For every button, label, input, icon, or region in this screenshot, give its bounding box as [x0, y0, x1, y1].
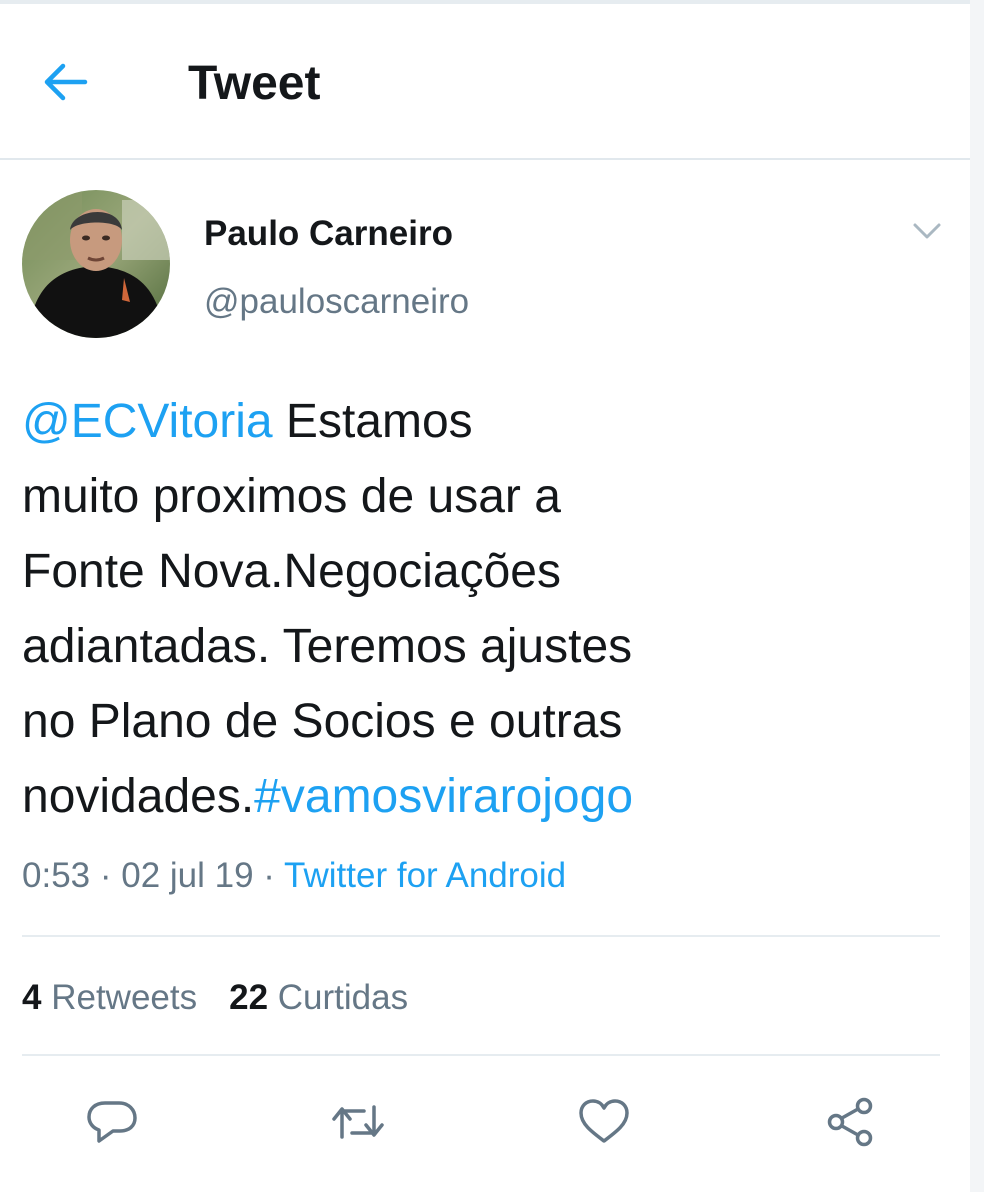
- tweet-stats: 4 Retweets 22 Curtidas: [22, 976, 408, 1020]
- heart-icon: [579, 1099, 629, 1143]
- likes-label: Curtidas: [277, 978, 409, 1017]
- tweet-text: @ECVitoria Estamos muito proximos de usa…: [22, 384, 922, 834]
- tweet-text-segment: novidades.: [22, 770, 255, 823]
- tweet-line: Fonte Nova.Negociações: [22, 545, 561, 598]
- likes-stat[interactable]: 22 Curtidas: [229, 976, 408, 1020]
- retweet-icon: [332, 1105, 384, 1139]
- share-icon: [827, 1097, 873, 1147]
- tweet-source-link[interactable]: Twitter for Android: [284, 856, 566, 895]
- action-bar: [0, 1088, 970, 1160]
- meta-separator: ·: [253, 856, 285, 895]
- tweet-line: @ECVitoria Estamos: [22, 384, 922, 459]
- chevron-down-icon: [913, 223, 941, 239]
- page-title: Tweet: [188, 57, 321, 110]
- back-button[interactable]: [36, 56, 94, 108]
- hashtag-link[interactable]: #vamosvirarojogo: [254, 770, 633, 823]
- retweet-button[interactable]: [326, 1088, 390, 1156]
- retweets-stat[interactable]: 4 Retweets: [22, 976, 197, 1020]
- share-button[interactable]: [818, 1088, 882, 1156]
- reply-button[interactable]: [80, 1088, 144, 1156]
- likes-count: 22: [229, 978, 269, 1017]
- author-name[interactable]: Paulo Carneiro: [204, 212, 453, 256]
- author-handle[interactable]: @pauloscarneiro: [204, 280, 469, 324]
- avatar[interactable]: [22, 190, 170, 338]
- arrow-left-icon: [44, 63, 88, 101]
- tweet-menu-button[interactable]: [900, 208, 954, 254]
- tweet-text-segment: Estamos: [272, 395, 473, 448]
- reply-icon: [87, 1101, 137, 1143]
- meta-separator: ·: [90, 856, 122, 895]
- app-header: Tweet: [0, 4, 970, 160]
- profile-photo: [22, 190, 170, 338]
- tweet-line: novidades.#vamosvirarojogo: [22, 759, 922, 834]
- tweet-line: adiantadas. Teremos ajustes: [22, 620, 633, 673]
- tweet-date: 02 jul 19: [121, 856, 254, 895]
- tweet-time: 0:53: [22, 856, 91, 895]
- like-button[interactable]: [572, 1088, 636, 1156]
- mention-link[interactable]: @ECVitoria: [22, 395, 273, 448]
- tweet-meta: 0:53 · 02 jul 19 · Twitter for Android: [22, 854, 566, 898]
- retweets-count: 4: [22, 978, 42, 1017]
- divider: [22, 935, 940, 937]
- tweet-line: no Plano de Socios e outras: [22, 695, 623, 748]
- right-edge: [970, 0, 984, 1192]
- tweet-line: muito proximos de usar a: [22, 470, 561, 523]
- divider: [22, 1054, 940, 1056]
- retweets-label: Retweets: [51, 978, 198, 1017]
